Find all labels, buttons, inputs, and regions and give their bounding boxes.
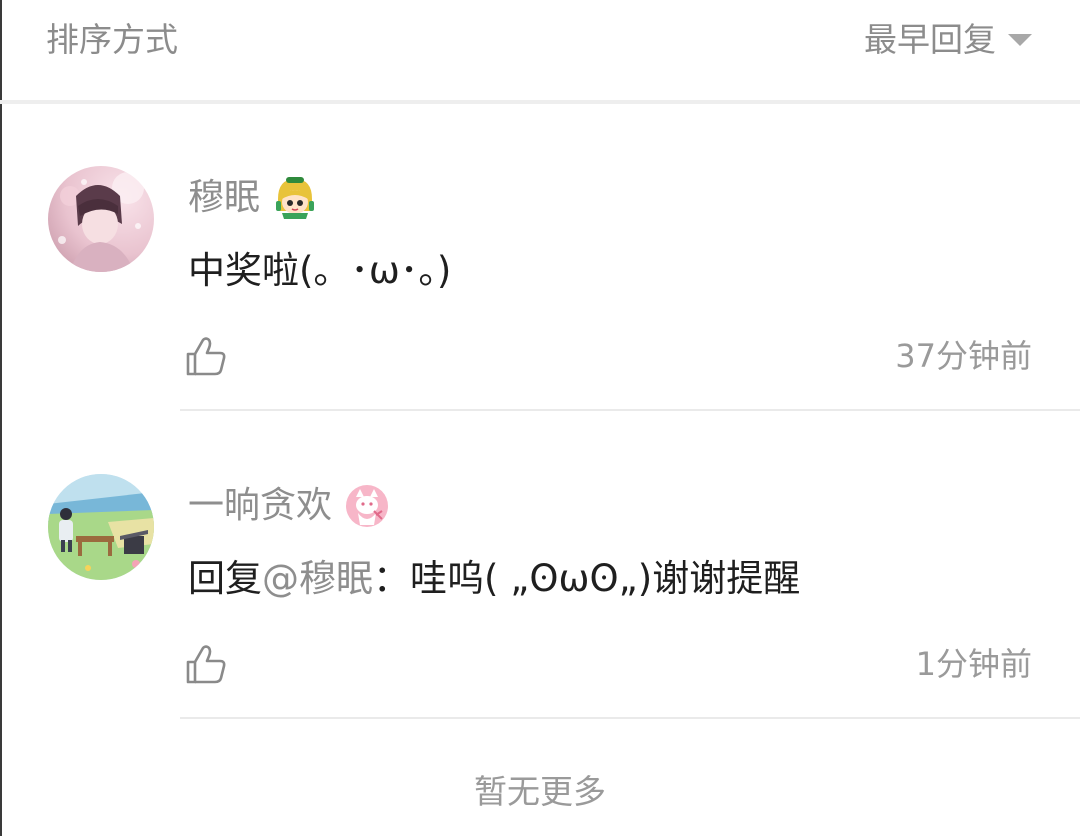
user-row: 一晌贪欢	[188, 482, 390, 530]
comment-item: 穆眠 中奖啦(。･ω･。) 37分钟前	[0, 104, 1080, 412]
username[interactable]: 穆眠	[188, 174, 260, 222]
sort-order-dropdown[interactable]: 最早回复	[864, 20, 1032, 60]
reply-prefix: 回复	[188, 557, 262, 600]
sort-label: 排序方式	[46, 20, 178, 59]
username[interactable]: 一晌贪欢	[188, 482, 332, 530]
comment-timestamp: 1分钟前	[915, 645, 1032, 683]
comment-timestamp: 37分钟前	[895, 337, 1032, 375]
comment-divider	[180, 717, 1080, 719]
pink-cat-badge-icon	[344, 483, 390, 529]
reply-body: ：哇呜( „ʘωʘ„)谢谢提醒	[373, 557, 801, 600]
thumbs-up-icon[interactable]	[184, 334, 228, 378]
cartoon-girl-badge-icon	[272, 175, 318, 221]
sort-order-value: 最早回复	[864, 20, 996, 59]
no-more-label: 暂无更多	[474, 772, 606, 811]
comment-text: 回复@穆眠：哇呜( „ʘωʘ„)谢谢提醒	[188, 554, 800, 604]
user-row: 穆眠	[188, 174, 318, 222]
caret-down-icon	[1008, 34, 1032, 46]
mention-link[interactable]: @穆眠	[262, 557, 373, 600]
thumbs-up-icon[interactable]	[184, 642, 228, 686]
comment-item: 一晌贪欢 回复@穆眠：哇呜( „ʘωʘ„)谢谢提醒 1分钟前	[0, 412, 1080, 720]
comment-divider	[180, 409, 1080, 411]
comment-text: 中奖啦(。･ω･。)	[188, 249, 452, 292]
avatar[interactable]	[48, 166, 154, 272]
avatar[interactable]	[48, 474, 154, 580]
sort-bar: 排序方式 最早回复	[0, 0, 1080, 100]
